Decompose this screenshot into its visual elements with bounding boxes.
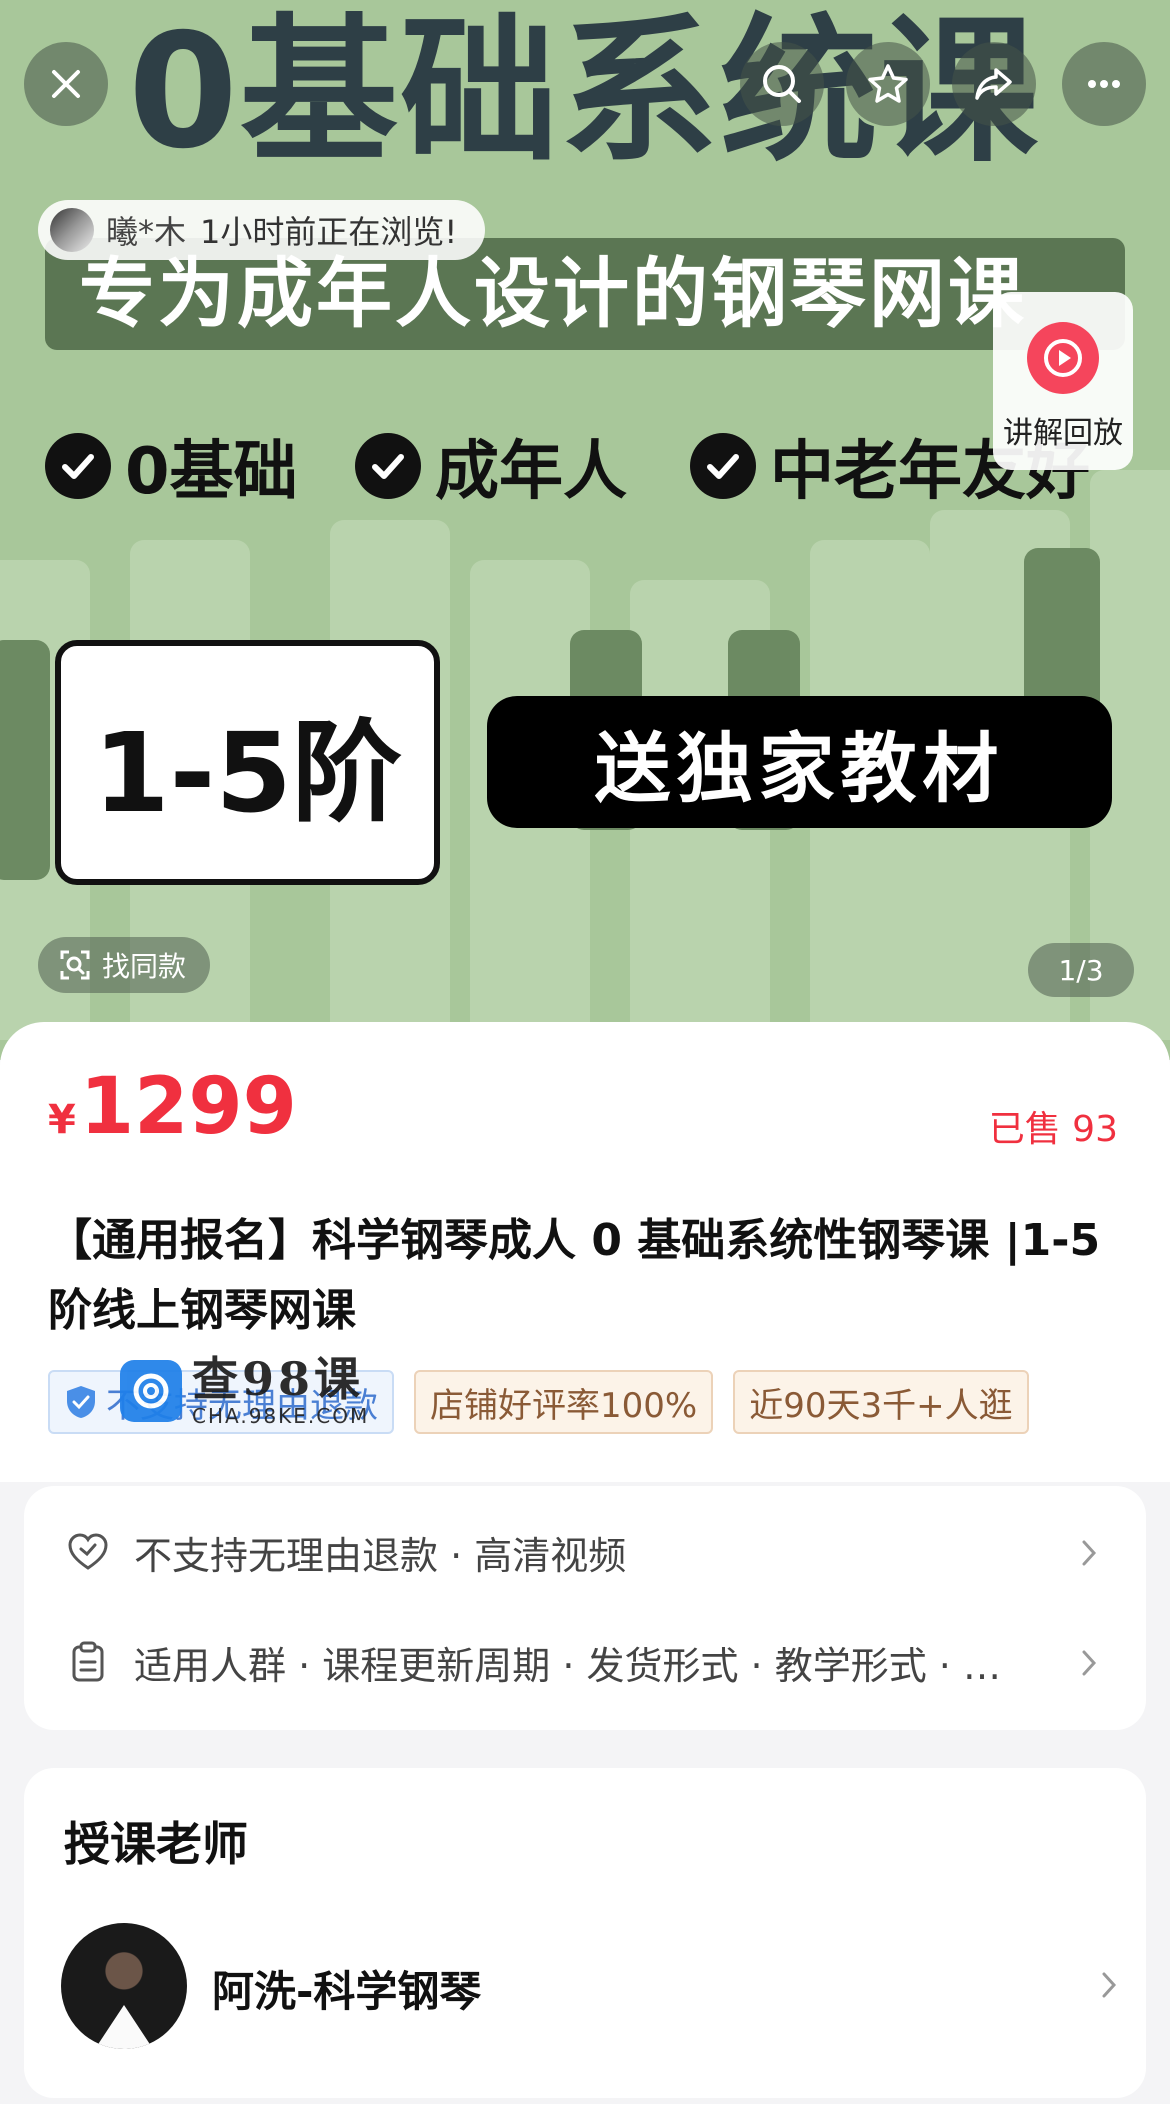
watermark-logo-icon — [120, 1360, 182, 1422]
teacher-avatar[interactable] — [61, 1923, 187, 2049]
find-similar-label: 找同款 — [102, 950, 187, 983]
scan-search-icon — [60, 950, 90, 980]
check-label: 成年人 — [435, 435, 627, 509]
search-button[interactable] — [740, 42, 824, 126]
product-detail-page: 0基础系统课 专为成年人设计的钢琴网课 0基础 成年人 中老年友好 1-5阶 送… — [0, 0, 1170, 2104]
close-button[interactable] — [24, 42, 108, 126]
teacher-card: 授课老师 阿洗-科学钢琴 — [24, 1768, 1146, 2098]
product-title: 【通用报名】科学钢琴成人 0 基础系统性钢琴课 |1-5 阶线上钢琴网课 — [48, 1215, 1101, 1336]
share-icon — [975, 68, 1012, 100]
watermark: 查98课 CHA.98KE.COM — [120, 1354, 369, 1428]
check-item: 0基础 — [45, 420, 298, 512]
check-item: 成年人 — [355, 420, 627, 512]
star-icon — [868, 64, 908, 103]
more-icon — [1088, 80, 1120, 88]
viewer-name: 曦*木 — [106, 213, 187, 251]
price: ¥ 1299 — [48, 1062, 297, 1152]
teacher-name[interactable]: 阿洗-科学钢琴 — [212, 1958, 481, 2019]
service-row-refund[interactable]: 不支持无理由退款 · 高清视频 — [64, 1522, 1124, 1582]
search-icon — [763, 65, 801, 103]
price-value: 1299 — [79, 1062, 297, 1152]
sold-count: 已售 93 — [988, 1109, 1118, 1150]
clipboard-icon — [64, 1638, 112, 1686]
explain-replay-button[interactable]: 讲解回放 — [993, 292, 1133, 470]
watermark-main: 查98课 — [192, 1352, 365, 1406]
share-button[interactable] — [952, 42, 1036, 126]
level-badge: 1-5阶 — [55, 640, 440, 885]
chevron-right-icon — [1082, 1540, 1097, 1566]
more-button[interactable] — [1062, 42, 1146, 126]
service-row-text: 不支持无理由退款 · 高清视频 — [134, 1533, 627, 1578]
currency-symbol: ¥ — [48, 1097, 76, 1143]
teacher-section-title: 授课老师 — [64, 1817, 248, 1871]
favorite-button[interactable] — [846, 42, 930, 126]
replay-label: 讲解回放 — [1003, 416, 1123, 451]
service-row-text: 适用人群 · 课程更新周期 · 发货形式 · 教学形式 · … — [134, 1643, 1001, 1688]
shield-check-icon — [67, 1386, 95, 1418]
checkmark-icon — [355, 433, 421, 499]
checkmark-icon — [45, 433, 111, 499]
viewer-avatar — [50, 208, 94, 252]
play-replay-icon — [1027, 322, 1099, 394]
heart-shield-icon — [64, 1528, 112, 1576]
recent-viewer-pill: 曦*木 1小时前正在浏览! — [38, 200, 486, 260]
image-page-indicator: 1/3 — [1028, 943, 1134, 997]
piano-key-decor — [0, 640, 50, 880]
rating-tag[interactable]: 店铺好评率100% — [414, 1370, 714, 1434]
watermark-sub: CHA.98KE.COM — [192, 1404, 370, 1428]
chevron-right-icon — [1082, 1650, 1097, 1676]
find-similar-button[interactable]: 找同款 — [38, 937, 211, 993]
gift-banner: 送独家教材 — [487, 696, 1112, 828]
chevron-right-icon[interactable] — [1096, 1968, 1122, 2002]
hero-banner-image[interactable]: 0基础系统课 专为成年人设计的钢琴网课 0基础 成年人 中老年友好 1-5阶 送… — [0, 0, 1170, 1060]
checkmark-icon — [690, 433, 756, 499]
check-label: 0基础 — [125, 435, 298, 509]
close-icon — [52, 70, 80, 98]
visitors-tag[interactable]: 近90天3千+人逛 — [733, 1370, 1029, 1434]
service-card: 不支持无理由退款 · 高清视频 适用人群 · 课程更新周期 · 发货形式 · 教… — [24, 1486, 1146, 1730]
viewer-text: 1小时前正在浏览! — [200, 213, 458, 251]
service-row-params[interactable]: 适用人群 · 课程更新周期 · 发货形式 · 教学形式 · … — [64, 1632, 1124, 1692]
